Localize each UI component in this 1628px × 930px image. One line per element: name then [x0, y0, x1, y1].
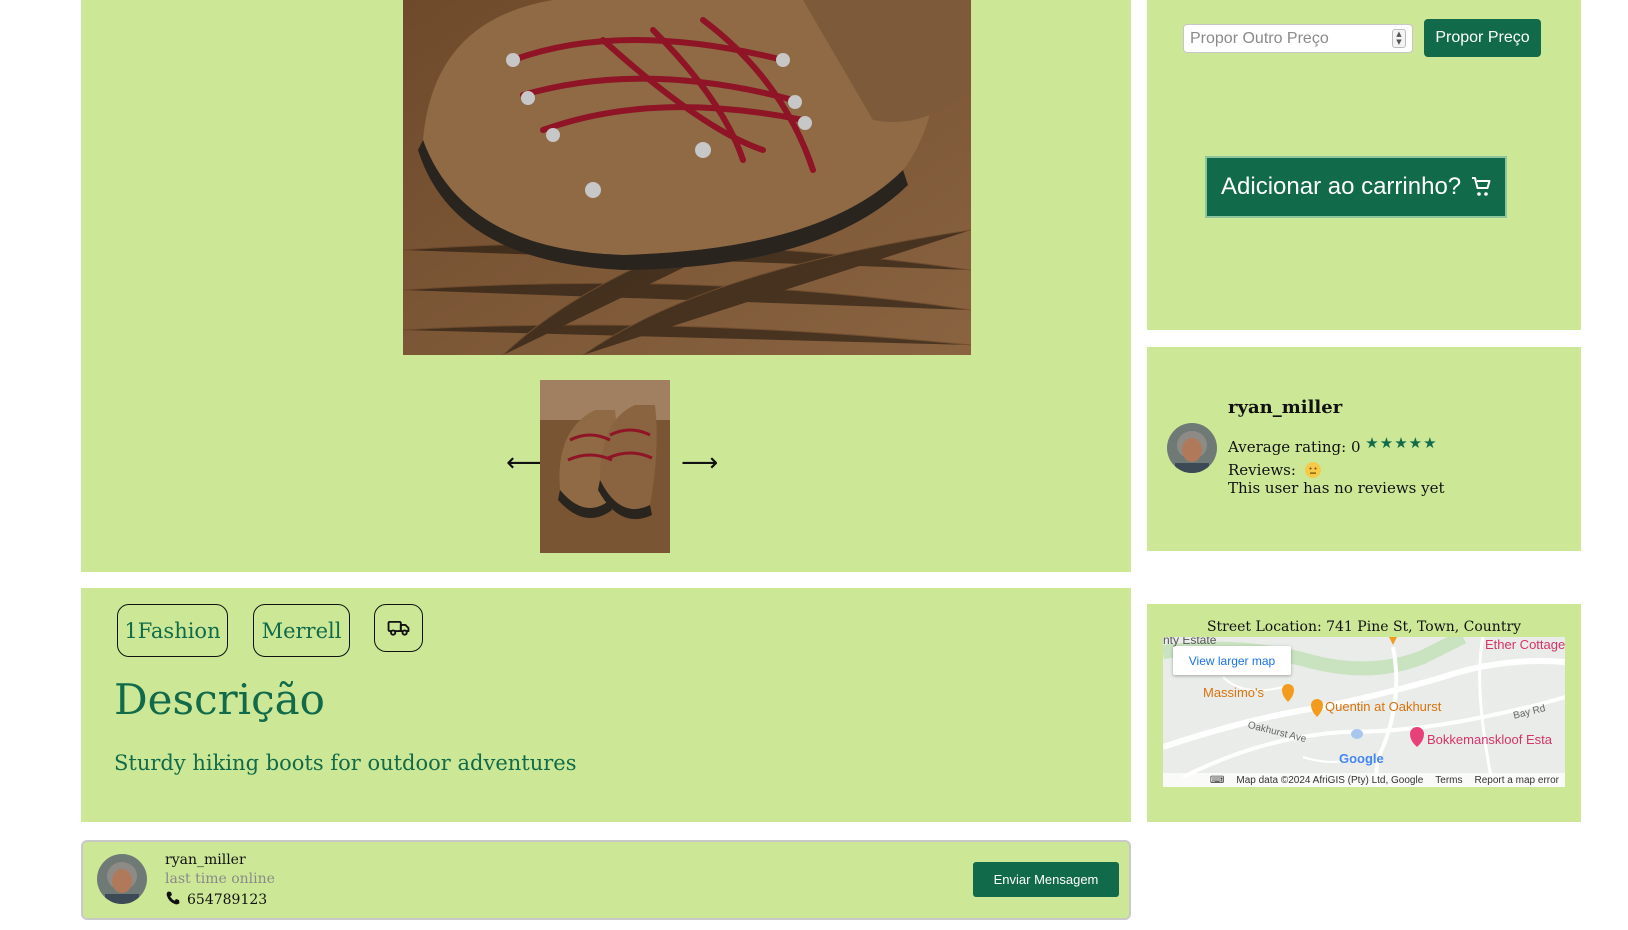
offer-panel: ▲▼ Propor Preço Adicionar ao carrinho?: [1147, 0, 1581, 330]
neutral-face-icon: [1304, 462, 1321, 478]
next-image-arrow[interactable]: ⟶: [681, 448, 718, 478]
view-larger-map-link[interactable]: View larger map: [1173, 646, 1291, 675]
average-rating: Average rating: 0 ★★★★★: [1228, 434, 1438, 456]
location-panel: Street Location: 741 Pine St, Town, Coun…: [1147, 604, 1581, 822]
seller-panel: ryan_miller Average rating: 0 ★★★★★ Revi…: [1147, 347, 1581, 551]
map-label: Massimo's: [1203, 685, 1264, 700]
seller-name[interactable]: ryan_miller: [1228, 397, 1342, 418]
price-input-wrapper: ▲▼: [1183, 24, 1413, 53]
delivery-truck-icon[interactable]: [374, 604, 423, 652]
product-gallery: ⟵ ⟶: [81, 0, 1131, 572]
phone-icon: [165, 890, 181, 910]
main-product-photo[interactable]: [403, 0, 971, 355]
propose-price-button[interactable]: Propor Preço: [1424, 19, 1541, 57]
thumbnail-row: ⟵ ⟶: [81, 380, 1131, 554]
map-label: Ether Cottage: [1485, 637, 1565, 652]
map-label: Bokkemanskloof Esta: [1427, 732, 1553, 747]
contact-phone: 654789123: [165, 890, 267, 910]
street-location: Street Location: 741 Pine St, Town, Coun…: [1206, 619, 1522, 635]
no-reviews-text: This user has no reviews yet: [1228, 479, 1445, 497]
google-logo: Google: [1339, 751, 1384, 766]
rating-stars-icon: ★★★★★: [1365, 434, 1438, 452]
online-status: last time online: [165, 871, 275, 887]
map-data-attribution: Map data ©2024 AfriGIS (Pty) Ltd, Google: [1236, 774, 1424, 786]
offer-price-input[interactable]: [1184, 25, 1384, 52]
add-to-cart-button[interactable]: Adicionar ao carrinho?: [1205, 156, 1507, 218]
description-text: Sturdy hiking boots for outdoor adventur…: [114, 751, 577, 775]
contact-name[interactable]: ryan_miller: [165, 852, 246, 868]
add-to-cart-label: Adicionar ao carrinho?: [1221, 173, 1462, 200]
keyboard-icon[interactable]: ⌨: [1210, 775, 1224, 786]
contact-avatar[interactable]: [97, 854, 147, 904]
previous-image-arrow[interactable]: ⟵: [506, 448, 543, 478]
brand-tag[interactable]: Merrell: [253, 604, 350, 657]
map-terms-link[interactable]: Terms: [1435, 775, 1462, 786]
report-map-error-link[interactable]: Report a map error: [1475, 775, 1559, 786]
map-footer: ⌨ Map data ©2024 AfriGIS (Pty) Ltd, Goog…: [1163, 773, 1565, 787]
send-message-button[interactable]: Enviar Mensagem: [973, 862, 1119, 897]
reviews-line: Reviews:: [1228, 459, 1321, 479]
thumbnail-image[interactable]: [540, 380, 670, 553]
contact-seller-bar: ryan_miller last time online 654789123 E…: [81, 840, 1131, 920]
seller-avatar[interactable]: [1167, 423, 1217, 473]
cart-icon: [1469, 175, 1493, 199]
description-panel: 1Fashion Merrell Descrição Sturdy hiking…: [81, 588, 1131, 822]
brand-tag[interactable]: 1Fashion: [117, 604, 228, 657]
embedded-map[interactable]: View larger map nty Estate Ether Cottage…: [1163, 637, 1565, 787]
description-title: Descrição: [114, 675, 325, 724]
reviews-label: Reviews:: [1228, 461, 1296, 479]
average-rating-label: Average rating: 0: [1228, 438, 1361, 456]
phone-number: 654789123: [187, 892, 268, 908]
map-label: Quentin at Oakhurst: [1325, 699, 1442, 714]
number-spinner-icon[interactable]: ▲ ▼: [1392, 29, 1406, 48]
map-label: nty Estate: [1163, 637, 1217, 647]
